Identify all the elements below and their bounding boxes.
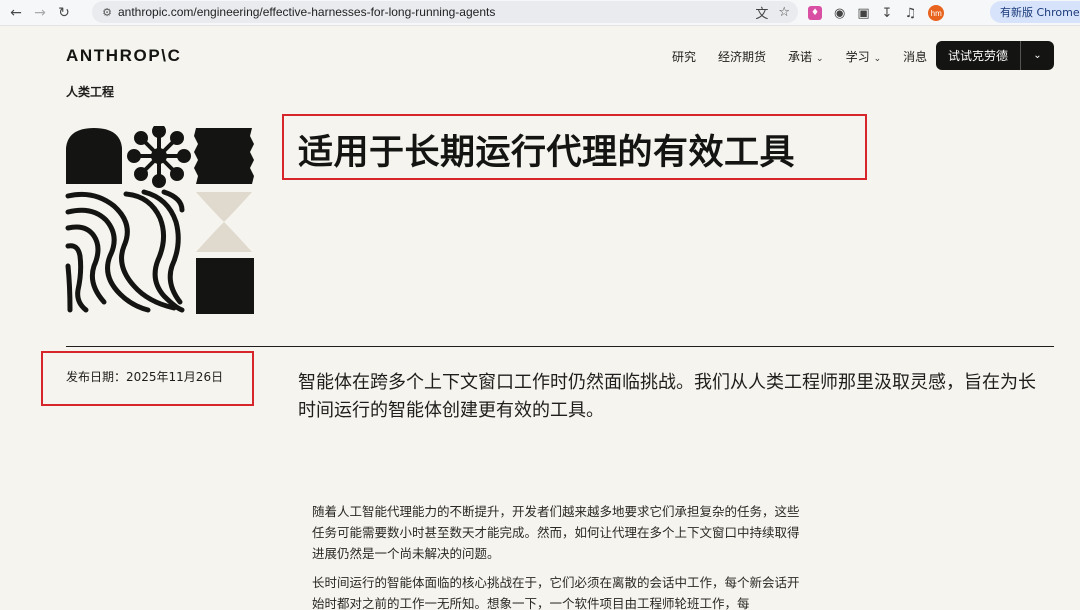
update-chrome-button[interactable]: 有新版 Chrome 可	[990, 1, 1080, 23]
nav-item-economic-futures[interactable]: 经济期货	[718, 48, 766, 65]
arch-shape	[66, 128, 122, 184]
anthropic-logo[interactable]: ANTHROP\C	[66, 46, 181, 66]
try-claude-button[interactable]: 试试克劳德 ⌄	[936, 41, 1054, 70]
divider	[66, 346, 1054, 347]
download-icon[interactable]: ↧	[882, 6, 893, 21]
browser-toolbar: ← → ↻ ⚙ anthropic.com/engineering/effect…	[0, 0, 1080, 26]
publish-date: 发布日期：2025年11月26日	[66, 370, 224, 384]
chevron-down-icon: ⌄	[873, 53, 882, 64]
article-lead: 智能体在跨多个上下文窗口工作时仍然面临挑战。我们从人类工程师那里汲取灵感，旨在为…	[298, 372, 1036, 421]
address-bar[interactable]: ⚙ anthropic.com/engineering/effective-ha…	[92, 1, 798, 23]
section-label[interactable]: 人类工程	[66, 83, 114, 100]
url-text[interactable]: anthropic.com/engineering/effective-harn…	[118, 5, 495, 19]
chevron-down-icon[interactable]: ⌄	[1021, 50, 1054, 61]
paragraph: 长时间运行的智能体面临的核心挑战在于，它们必须在离散的会话中工作，每个新会话开始…	[312, 575, 800, 610]
hourglass-shape	[196, 192, 252, 252]
network-icon	[127, 126, 191, 188]
translate-icon[interactable]: 文	[755, 3, 768, 22]
nav-item-commitments[interactable]: 承诺 ⌄	[788, 48, 824, 65]
star-icon[interactable]: ☆	[778, 5, 790, 20]
site-settings-icon[interactable]: ⚙	[96, 1, 118, 23]
paragraph: 随着人工智能代理能力的不断提升，开发者们越来越多地要求它们承担复杂的任务，这些任…	[312, 504, 800, 561]
site-nav: 研究 经济期货 承诺 ⌄ 学习 ⌄ 消息	[672, 46, 927, 66]
square-block	[196, 258, 254, 314]
fingerprint-lines	[65, 189, 185, 313]
article-illustration	[65, 126, 254, 314]
nav-item-learn[interactable]: 学习 ⌄	[846, 48, 882, 65]
reload-icon[interactable]: ↻	[52, 2, 76, 24]
extension-icon[interactable]: ♦	[808, 6, 822, 20]
profile-avatar[interactable]: hm	[928, 5, 945, 21]
page-title: 适用于长期运行代理的有效工具	[298, 133, 796, 173]
jagged-block	[194, 128, 254, 184]
nav-item-news[interactable]: 消息	[903, 48, 927, 65]
media-icon[interactable]: ♫	[905, 6, 917, 21]
nav-item-research[interactable]: 研究	[672, 48, 696, 65]
extension-icon[interactable]: ◉	[834, 6, 845, 21]
puzzle-icon[interactable]: ▣	[857, 6, 869, 21]
back-arrow-icon[interactable]: ←	[4, 2, 28, 24]
forward-arrow-icon[interactable]: →	[28, 2, 52, 24]
article-body: 随着人工智能代理能力的不断提升，开发者们越来越多地要求它们承担复杂的任务，这些任…	[312, 501, 804, 610]
try-claude-label[interactable]: 试试克劳德	[936, 47, 1020, 64]
chevron-down-icon: ⌄	[816, 53, 824, 64]
